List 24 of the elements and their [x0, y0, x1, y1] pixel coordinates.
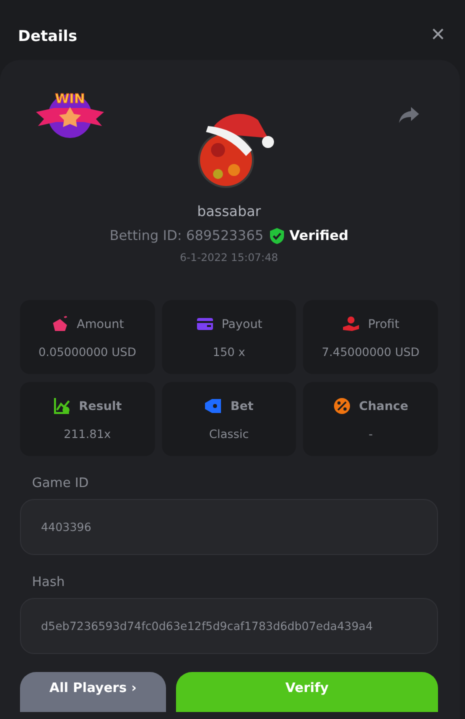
stat-label: Bet: [230, 399, 254, 413]
stat-label: Amount: [76, 317, 124, 331]
stat-value: 211.81x: [64, 427, 111, 441]
stat-label: Payout: [222, 317, 262, 331]
stat-value: 7.45000000 USD: [322, 345, 420, 359]
players-button[interactable]: All Players ›: [20, 672, 166, 712]
stat-label: Chance: [359, 399, 408, 413]
input-field[interactable]: d5eb7236593d74fc0d63e12f5d9caf1783d6db07eda439a4: [20, 598, 438, 654]
field-label: Game ID: [32, 476, 89, 491]
bet-time: 6-1-2022 15:07:48: [180, 252, 278, 264]
stat-value: -: [368, 427, 373, 441]
stat-value: Classic: [209, 427, 249, 441]
input-field[interactable]: 4403396: [20, 499, 438, 555]
betting-id: Betting ID: 689523365: [110, 228, 264, 244]
stat-label: Result: [78, 399, 122, 413]
stat-value: 0.05000000 USD: [38, 345, 136, 359]
player-name: bassabar: [197, 204, 261, 220]
close-button[interactable]: ×: [430, 23, 445, 47]
share-icon[interactable]: [398, 106, 420, 124]
stat-value: 150 x: [212, 345, 246, 359]
stat-label: Profit: [368, 317, 400, 331]
field-label: Hash: [32, 575, 65, 590]
verified-label: Verified: [289, 228, 348, 244]
window-title: Details: [18, 27, 78, 45]
